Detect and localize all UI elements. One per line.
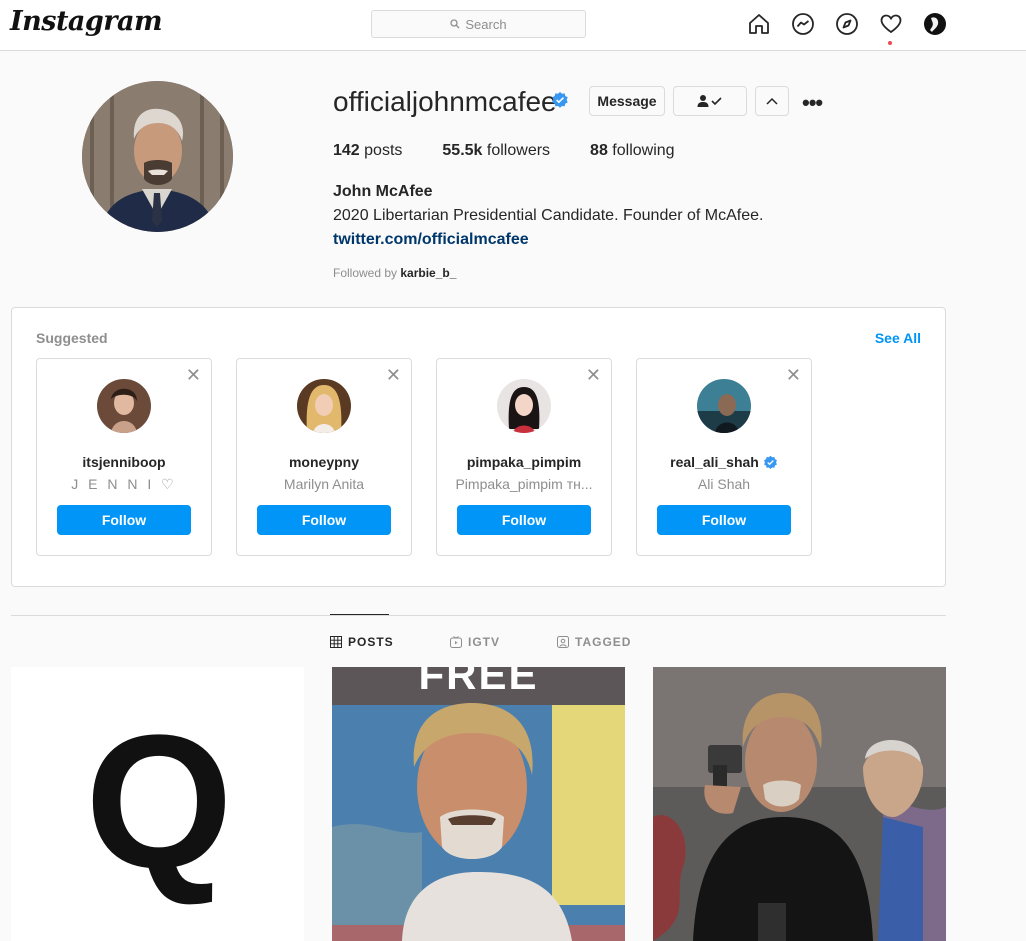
posts-count: 142 xyxy=(333,142,360,159)
messenger-icon[interactable] xyxy=(791,12,815,36)
follow-button[interactable]: Follow xyxy=(457,505,591,535)
follow-button[interactable]: Follow xyxy=(257,505,391,535)
instagram-logo[interactable]: Instagram xyxy=(10,6,163,37)
suggestion-subtitle: J E N N I ♡ xyxy=(71,476,177,492)
suggestion-username[interactable]: moneypny xyxy=(237,454,411,470)
profile-avatar-icon[interactable] xyxy=(923,12,947,36)
posts-stat: 142 posts xyxy=(333,142,402,160)
dismiss-icon[interactable]: ✕ xyxy=(786,365,801,386)
explore-icon[interactable] xyxy=(835,12,859,36)
following-stat[interactable]: 88 following xyxy=(590,142,675,160)
suggestion-avatar[interactable] xyxy=(497,379,551,433)
post-thumbnail[interactable] xyxy=(653,667,946,941)
suggestion-username[interactable]: real_ali_shah xyxy=(637,454,811,470)
followed-by-label: Followed by xyxy=(333,266,398,280)
suggestion-subtitle: Pimpaka_pimpim тн... xyxy=(455,476,593,492)
suggestion-card: ✕ pimpaka_pimpim Pimpaka_pimpim тн... Fo… xyxy=(436,358,612,556)
search-icon xyxy=(450,19,460,29)
dismiss-icon[interactable]: ✕ xyxy=(386,365,401,386)
search-input[interactable]: Search xyxy=(371,10,586,38)
post-thumbnail[interactable]: Q xyxy=(11,667,304,941)
tabs-divider xyxy=(11,615,946,616)
following-status-button[interactable] xyxy=(673,86,747,116)
follow-button[interactable]: Follow xyxy=(57,505,191,535)
activity-heart-icon[interactable] xyxy=(879,12,903,36)
username-text: real_ali_shah xyxy=(670,454,759,470)
profile-stats: 142 posts 55.5k followers 88 following xyxy=(333,142,675,160)
suggested-title: Suggested xyxy=(36,330,108,346)
notification-dot xyxy=(888,41,892,45)
message-button[interactable]: Message xyxy=(589,86,665,116)
post-thumbnail[interactable]: FREE xyxy=(332,667,625,941)
followers-count: 55.5k xyxy=(442,142,483,159)
verified-badge-icon xyxy=(552,91,568,108)
profile-bio: 2020 Libertarian Presidential Candidate.… xyxy=(333,207,764,224)
username-text: pimpaka_pimpim xyxy=(466,454,582,470)
dismiss-icon[interactable]: ✕ xyxy=(186,365,201,386)
tag-person-icon xyxy=(557,636,569,648)
q-letter-graphic: Q xyxy=(85,696,233,908)
username-text: moneypny xyxy=(288,454,359,470)
followers-stat[interactable]: 55.5k followers xyxy=(442,142,550,160)
see-all-link[interactable]: See All xyxy=(875,330,921,346)
followers-label: followers xyxy=(486,142,551,159)
followed-by-text[interactable]: Followed by karbie_b_ xyxy=(333,266,456,280)
top-nav-bar: Instagram Search xyxy=(0,0,1026,51)
profile-username: officialjohnmcafee xyxy=(333,86,557,117)
suggestions-toggle-button[interactable] xyxy=(755,86,789,116)
profile-full-name: John McAfee xyxy=(333,183,433,200)
igtv-icon xyxy=(450,636,462,648)
tab-posts[interactable]: POSTS xyxy=(330,635,394,649)
profile-website-link[interactable]: twitter.com/officialmcafee xyxy=(333,231,529,249)
followed-by-user: karbie_b_ xyxy=(400,266,457,280)
follow-button[interactable]: Follow xyxy=(657,505,791,535)
dismiss-icon[interactable]: ✕ xyxy=(586,365,601,386)
home-icon[interactable] xyxy=(747,12,771,36)
suggested-accounts-panel: Suggested See All ✕ itsjenniboop J E N N… xyxy=(11,307,946,587)
profile-avatar[interactable] xyxy=(82,81,233,232)
tab-igtv[interactable]: IGTV xyxy=(450,635,500,649)
suggestion-card: ✕ real_ali_shah Ali Shah Follow xyxy=(636,358,812,556)
following-count: 88 xyxy=(590,142,608,159)
person-check-icon xyxy=(697,95,722,107)
active-tab-indicator xyxy=(330,614,389,615)
suggestion-subtitle: Marilyn Anita xyxy=(283,476,365,492)
tab-posts-label: POSTS xyxy=(348,635,394,649)
following-label: following xyxy=(612,142,675,159)
tab-tagged[interactable]: TAGGED xyxy=(557,635,631,649)
suggestion-subtitle: Ali Shah xyxy=(697,476,751,492)
grid-icon xyxy=(330,636,342,648)
suggestion-avatar[interactable] xyxy=(97,379,151,433)
suggestion-avatar[interactable] xyxy=(697,379,751,433)
search-placeholder: Search xyxy=(465,16,507,32)
suggestion-username[interactable]: itsjenniboop xyxy=(37,454,211,470)
posts-label: posts xyxy=(364,142,403,159)
more-options-icon[interactable]: ••• xyxy=(802,90,823,116)
suggestion-username[interactable]: pimpaka_pimpim xyxy=(437,454,611,470)
verified-badge-icon xyxy=(763,455,777,469)
tab-tagged-label: TAGGED xyxy=(575,635,632,649)
suggestion-card: ✕ moneypny Marilyn Anita Follow xyxy=(236,358,412,556)
post-caption-text: FREE xyxy=(418,667,539,698)
tab-igtv-label: IGTV xyxy=(468,635,501,649)
suggestion-avatar[interactable] xyxy=(297,379,351,433)
username-text: itsjenniboop xyxy=(82,454,166,470)
suggestion-card: ✕ itsjenniboop J E N N I ♡ Follow xyxy=(36,358,212,556)
chevron-up-icon xyxy=(766,97,778,105)
